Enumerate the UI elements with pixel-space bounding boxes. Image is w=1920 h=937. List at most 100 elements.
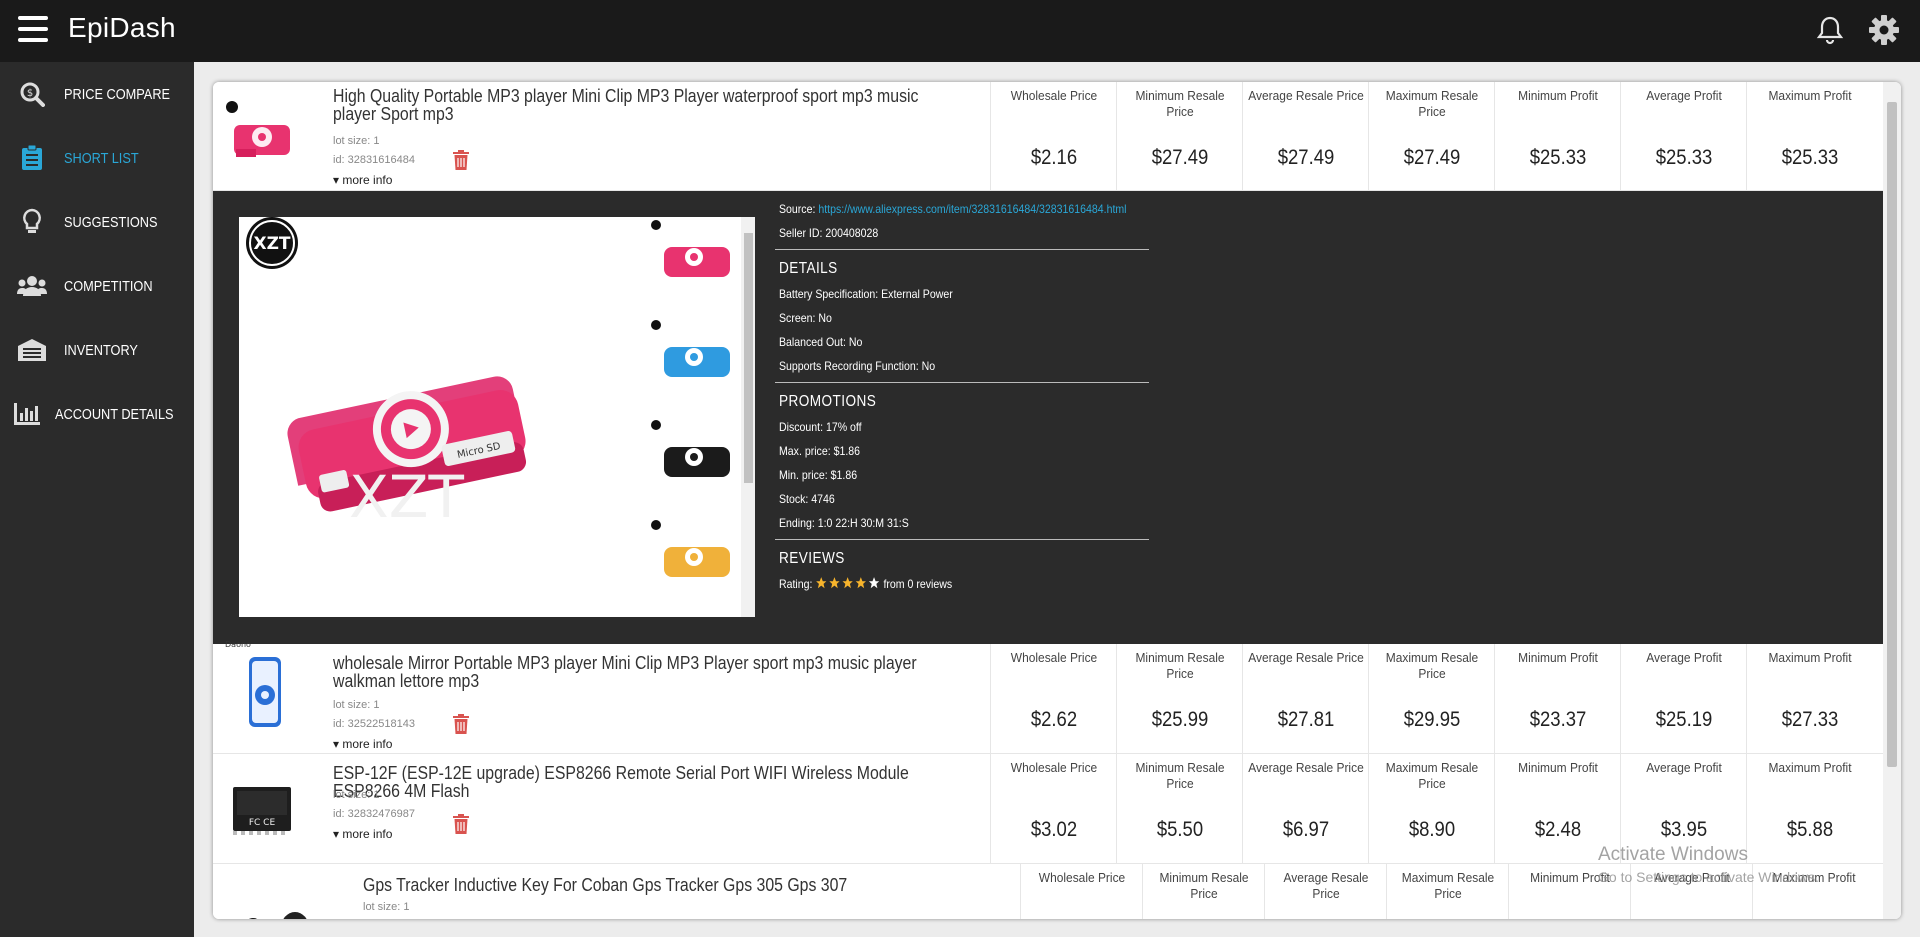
metric-max-resale: Maximum Resale Price [1386, 864, 1508, 919]
metric-max-resale: Maximum Resale Price $27.49 [1368, 82, 1494, 191]
product-thumbnail[interactable]: Daono [221, 640, 303, 727]
top-bar: EpiDash [0, 0, 1920, 62]
divider [775, 539, 1149, 540]
app-title: EpiDash [68, 12, 176, 43]
metric-min-resale: Minimum Resale Price $25.99 [1116, 644, 1242, 754]
detail-line: Battery Specification: External Power [779, 287, 953, 301]
gallery-thumb[interactable] [644, 517, 739, 617]
product-title[interactable]: ESP-12F (ESP-12E upgrade) ESP8266 Remote… [333, 764, 940, 800]
star-icon [816, 577, 827, 589]
warehouse-icon [0, 338, 64, 362]
metric-max-resale: Maximum Resale Price $8.90 [1368, 754, 1494, 864]
product-title[interactable]: Gps Tracker Inductive Key For Coban Gps … [363, 876, 970, 894]
divider [775, 249, 1149, 250]
bell-icon[interactable] [1812, 12, 1848, 48]
promotions-heading: PROMOTIONS [779, 393, 877, 410]
product-row: Daono wholesale Mirror Portable MP3 play… [213, 640, 1883, 754]
gallery-thumb[interactable] [644, 317, 739, 417]
metric-max-profit: Maximum Profit $25.33 [1746, 82, 1872, 191]
product-thumbnail[interactable] [233, 874, 315, 919]
metric-avg-resale: Average Resale Price [1264, 864, 1386, 919]
product-thumbnail[interactable] [221, 96, 303, 178]
metric-wholesale-price: Wholesale Price $3.02 [990, 754, 1116, 864]
clipboard-icon [0, 145, 64, 171]
sidebar-item-price-compare[interactable]: $ PRICE COMPARE [0, 62, 194, 126]
product-row: High Quality Portable MP3 player Mini Cl… [213, 82, 1883, 191]
detail-line: Screen: No [779, 311, 832, 325]
metric-avg-resale: Average Resale Price $27.81 [1242, 644, 1368, 754]
more-info-label: more info [342, 737, 393, 751]
product-thumbnail[interactable]: FC CE [221, 768, 303, 850]
sidebar-item-competition[interactable]: COMPETITION [0, 254, 194, 318]
metric-avg-resale: Average Resale Price $27.49 [1242, 82, 1368, 191]
sidebar-item-account-details[interactable]: ACCOUNT DETAILS [0, 382, 194, 446]
promotion-line: Max. price: $1.86 [779, 444, 861, 458]
metric-min-resale: Minimum Resale Price [1142, 864, 1264, 919]
sidebar-item-inventory[interactable]: INVENTORY [0, 318, 194, 382]
hamburger-icon[interactable] [18, 16, 48, 42]
more-info-label: more info [342, 173, 393, 187]
trash-icon[interactable] [453, 814, 469, 839]
details-info: Source: https://www.aliexpress.com/item/… [775, 197, 1159, 596]
metric-wholesale-price: Wholesale Price [1020, 864, 1142, 919]
product-id: id: 32831616484 [333, 154, 415, 166]
metric-avg-profit: Average Profit $25.33 [1620, 82, 1746, 191]
rating-stars [815, 576, 880, 590]
sidebar-item-short-list[interactable]: SHORT LIST [0, 126, 194, 190]
trash-icon[interactable] [453, 714, 469, 739]
trash-icon[interactable] [453, 150, 469, 175]
promotion-line: Min. price: $1.86 [779, 468, 858, 482]
lightbulb-icon [0, 208, 64, 236]
windows-activation-watermark: Activate Windows Go to Settings to activ… [1598, 844, 1819, 885]
caret-down-icon: ▾ [333, 737, 340, 751]
brand-tag: Daono [225, 640, 251, 649]
promotion-line: Ending: 1:0 22:H 30:M 31:S [779, 516, 909, 530]
image-gallery: XZT Micro SD XZT [239, 217, 755, 617]
metric-avg-resale: Average Resale Price $6.97 [1242, 754, 1368, 864]
gallery-thumb[interactable] [644, 217, 739, 317]
details-heading: DETAILS [779, 260, 838, 277]
product-id: id: 32522518143 [333, 718, 415, 730]
more-info-label: more info [342, 827, 393, 841]
users-icon [0, 275, 64, 297]
caret-down-icon: ▾ [333, 173, 340, 187]
gallery-thumbnails [644, 217, 739, 617]
metrics-group: Wholesale Price $2.62 Minimum Resale Pric… [990, 644, 1872, 754]
star-icon [856, 577, 867, 589]
product-title[interactable]: wholesale Mirror Portable MP3 player Min… [333, 654, 940, 690]
metric-min-resale: Minimum Resale Price $5.50 [1116, 754, 1242, 864]
shortlist-panel: High Quality Portable MP3 player Mini Cl… [213, 82, 1901, 919]
watermark-logo: XZT [349, 463, 464, 531]
main-product-image[interactable]: XZT Micro SD XZT [239, 217, 639, 617]
brand-logo: XZT [253, 234, 290, 254]
lot-size: lot size: 1 [333, 789, 380, 801]
metric-max-resale: Maximum Resale Price $29.95 [1368, 644, 1494, 754]
svg-text:$: $ [27, 88, 33, 99]
source-line: Source: https://www.aliexpress.com/item/… [779, 202, 1127, 216]
sidebar-item-suggestions[interactable]: SUGGESTIONS [0, 190, 194, 254]
product-id: id: 32832476987 [333, 808, 415, 820]
divider [775, 382, 1149, 383]
star-icon [829, 577, 840, 589]
lot-size: lot size: 1 [333, 135, 380, 147]
product-title[interactable]: High Quality Portable MP3 player Mini Cl… [333, 87, 940, 123]
content-scrollbar[interactable] [1883, 82, 1901, 919]
metric-avg-profit: Average Profit $25.19 [1620, 644, 1746, 754]
lot-size: lot size: 1 [363, 901, 410, 913]
star-icon [869, 577, 880, 589]
source-link[interactable]: https://www.aliexpress.com/item/32831616… [818, 202, 1126, 216]
gallery-thumb[interactable] [644, 417, 739, 517]
gallery-scrollbar[interactable] [741, 217, 755, 617]
metric-max-profit: Maximum Profit $27.33 [1746, 644, 1872, 754]
rating-line: Rating: from 0 reviews [779, 576, 953, 591]
product-details-panel: XZT Micro SD XZT Source: https://www.ali… [213, 191, 1883, 644]
more-info-toggle[interactable]: ▾ more info [333, 827, 392, 841]
gear-icon[interactable] [1866, 12, 1902, 48]
more-info-toggle[interactable]: ▾ more info [333, 737, 392, 751]
metric-min-profit: Minimum Profit $23.37 [1494, 644, 1620, 754]
promotion-line: Stock: 4746 [779, 492, 835, 506]
sidebar: $ PRICE COMPARE SHORT LIST SUGGESTIONS C… [0, 62, 194, 937]
more-info-toggle[interactable]: ▾ more info [333, 173, 392, 187]
svg-text:FC CE: FC CE [249, 818, 276, 828]
bar-chart-icon [0, 403, 55, 425]
